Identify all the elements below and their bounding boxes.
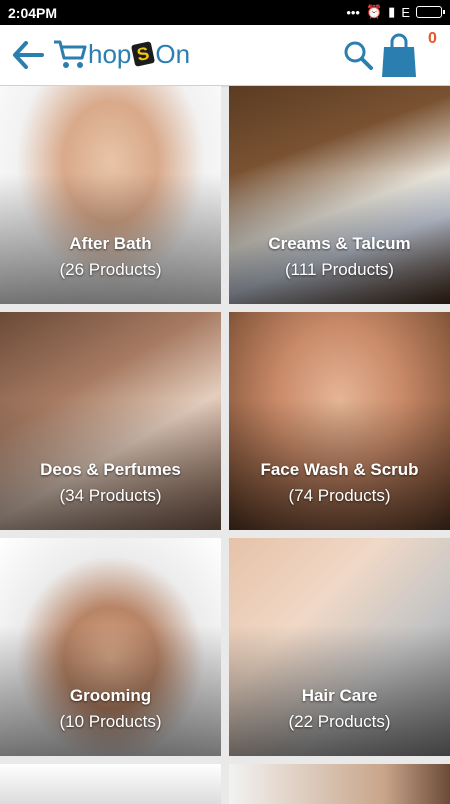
category-tile[interactable]: Face Wash & Scrub (74 Products): [229, 312, 450, 530]
alarm-icon: ⏰: [365, 4, 383, 19]
app-bar: hop S On 0: [0, 25, 450, 85]
signal-icon: ▮: [388, 4, 396, 19]
category-name: Hair Care: [301, 686, 378, 705]
search-icon[interactable]: [343, 40, 373, 70]
dots-icon: •••: [346, 4, 360, 20]
category-tile[interactable]: Grooming (10 Products): [0, 538, 221, 756]
category-name: After Bath: [69, 234, 152, 253]
arrow-left-icon[interactable]: [12, 41, 44, 69]
status-bar: 2:04PM ••• ⏰ ▮ E: [0, 0, 450, 25]
battery-icon: [416, 6, 445, 18]
category-count: (10 Products): [59, 712, 162, 731]
category-name: Deos & Perfumes: [40, 460, 181, 479]
shopping-bag-icon[interactable]: [380, 33, 418, 79]
category-count: (34 Products): [59, 486, 162, 505]
cart-count-badge: 0: [428, 30, 437, 47]
category-tile[interactable]: Hair Care (22 Products): [229, 538, 450, 756]
app-logo: hop S On: [52, 38, 190, 70]
category-tile[interactable]: After Bath (26 Products): [0, 86, 221, 304]
category-name: Face Wash & Scrub: [260, 460, 419, 479]
category-count: (74 Products): [288, 486, 391, 505]
status-time: 2:04PM: [8, 5, 58, 21]
category-tile[interactable]: Creams & Talcum (111 Products): [229, 86, 450, 304]
network-type: E: [401, 4, 410, 20]
category-name: Grooming: [69, 686, 152, 705]
category-tile[interactable]: [0, 764, 221, 804]
category-count: (26 Products): [59, 260, 162, 279]
category-count: (111 Products): [285, 260, 394, 279]
status-icons: ••• ⏰ ▮ E: [346, 4, 445, 20]
category-name: Creams & Talcum: [268, 234, 411, 253]
category-tile[interactable]: [229, 764, 450, 804]
category-tile[interactable]: Deos & Perfumes (34 Products): [0, 312, 221, 530]
category-count: (22 Products): [288, 712, 391, 731]
cart-logo-icon: [54, 40, 87, 68]
